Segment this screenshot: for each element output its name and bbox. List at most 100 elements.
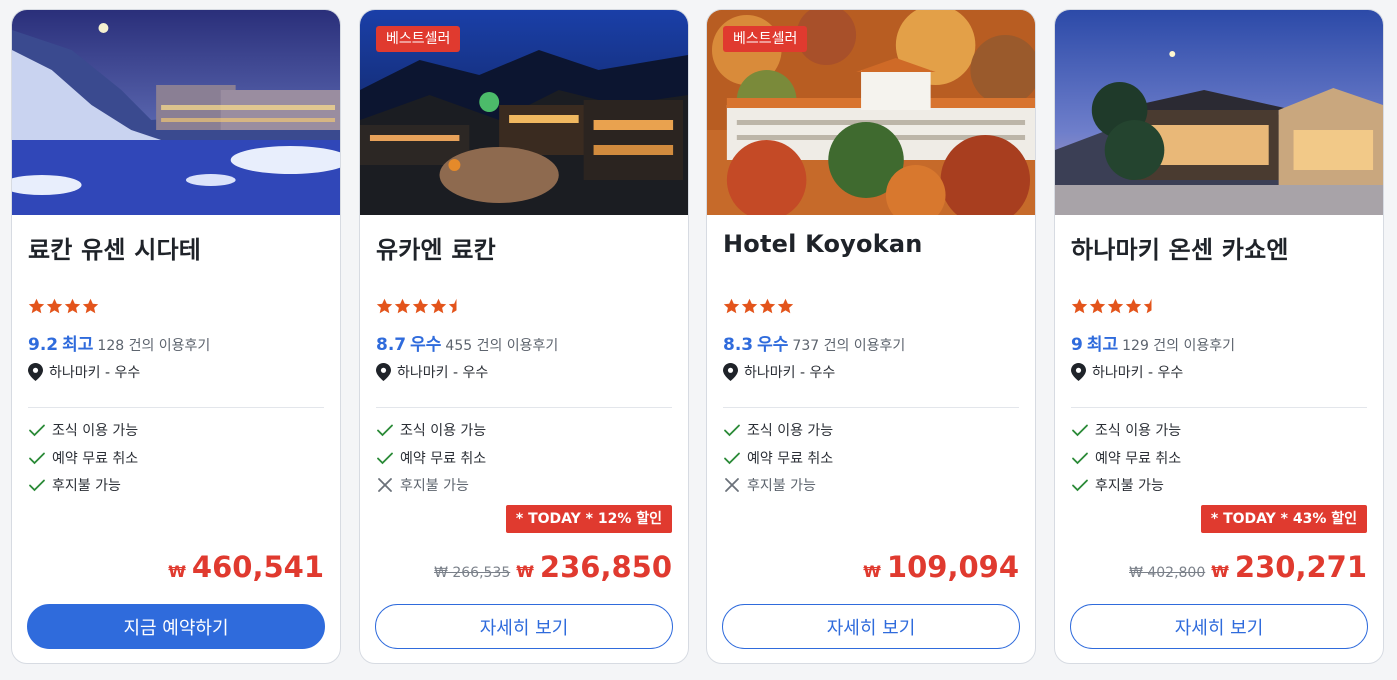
star-icon: [1107, 298, 1124, 314]
location-label: 하나마키 - 우수: [744, 365, 836, 381]
star-icon: [1125, 298, 1142, 314]
location: 하나마키 - 우수: [723, 362, 835, 382]
divider: [723, 407, 1019, 408]
hotel-name[interactable]: Hotel Koyokan: [723, 230, 923, 258]
star-rating: [28, 298, 99, 318]
divider: [1071, 407, 1367, 408]
close-icon: [725, 478, 739, 492]
star-rating: [723, 298, 794, 318]
check-icon: [1072, 424, 1088, 437]
feature-label: 후지불 가능: [747, 478, 816, 494]
check-icon: [377, 424, 393, 437]
feature-label: 예약 무료 취소: [1095, 451, 1182, 467]
discount-badge: * TODAY * 12% 할인: [505, 505, 672, 533]
original-price: ₩ 266,535: [434, 565, 511, 581]
hotel-photo[interactable]: 베스트셀러: [707, 10, 1035, 215]
review-count[interactable]: 129 건의 이용후기: [1122, 338, 1235, 354]
map-pin-icon: [376, 363, 391, 381]
feature-item: 조식 이용 가능: [1071, 420, 1181, 440]
feature-item: 예약 무료 취소: [723, 448, 833, 468]
feature-label: 조식 이용 가능: [52, 423, 139, 439]
feature-label: 예약 무료 취소: [400, 451, 487, 467]
view-details-button[interactable]: 자세히 보기: [1070, 604, 1368, 649]
book-now-button[interactable]: 지금 예약하기: [27, 604, 325, 649]
bestseller-badge: 베스트셀러: [376, 26, 461, 52]
feature-label: 조식 이용 가능: [747, 423, 834, 439]
price-value: 230,271: [1234, 550, 1367, 584]
location: 하나마키 - 우수: [1071, 362, 1183, 382]
star-icon: [28, 298, 45, 314]
location: 하나마키 - 우수: [28, 362, 140, 382]
feature-label: 예약 무료 취소: [52, 451, 139, 467]
review-count[interactable]: 455 건의 이용후기: [445, 338, 558, 354]
review-score: 8.7 우수 455 건의 이용후기: [376, 330, 558, 355]
feature-item: 예약 무료 취소: [376, 448, 486, 468]
price: ₩ 402,800 ₩230,271: [1129, 550, 1367, 584]
feature-label: 조식 이용 가능: [1095, 423, 1182, 439]
price-value: 460,541: [191, 550, 324, 584]
hotel-card[interactable]: 하나마키 온센 카쇼엔 9 최고 129 건의 이용후기 하나마키 - 우수 조식 …: [1054, 9, 1384, 664]
view-details-button[interactable]: 자세히 보기: [375, 604, 673, 649]
review-count[interactable]: 737 건의 이용후기: [792, 338, 905, 354]
star-icon: [723, 298, 740, 314]
star-icon: [64, 298, 81, 314]
star-icon: [394, 298, 411, 314]
star-icon: [82, 298, 99, 314]
divider: [376, 407, 672, 408]
score-value: 9: [1071, 335, 1083, 355]
score-word: 우수: [757, 335, 789, 355]
score-value: 8.7: [376, 335, 407, 355]
hotel-card[interactable]: 베스트셀러 Hotel Koyokan 8.3 우수 737 건의 이용후기 하나마…: [706, 9, 1036, 664]
feature-item: 예약 무료 취소: [28, 448, 138, 468]
currency-symbol: ₩: [1211, 562, 1229, 581]
review-score: 9.2 최고 128 건의 이용후기: [28, 330, 210, 355]
score-word: 최고: [1086, 335, 1119, 355]
discount-badge: * TODAY * 43% 할인: [1200, 505, 1367, 533]
feature-item: 후지불 가능: [376, 475, 469, 495]
score-word: 우수: [410, 335, 442, 355]
view-details-button[interactable]: 자세히 보기: [722, 604, 1020, 649]
hotel-card[interactable]: 료칸 유센 시다테 9.2 최고 128 건의 이용후기 하나마키 - 우수 조식 …: [11, 9, 341, 664]
hotel-name[interactable]: 료칸 유센 시다테: [28, 230, 201, 265]
review-count[interactable]: 128 건의 이용후기: [97, 338, 210, 354]
price: ₩ 266,535 ₩236,850: [434, 550, 672, 584]
hotel-photo[interactable]: 베스트셀러: [360, 10, 688, 215]
original-price: ₩ 402,800: [1129, 565, 1206, 581]
star-icon: [46, 298, 63, 314]
price: ₩460,541: [168, 550, 324, 584]
star-rating: [376, 298, 465, 318]
star-icon: [777, 298, 794, 314]
check-icon: [724, 424, 740, 437]
check-icon: [1072, 479, 1088, 492]
review-score: 8.3 우수 737 건의 이용후기: [723, 330, 905, 355]
star-icon: [430, 298, 447, 314]
feature-item: 조식 이용 가능: [376, 420, 486, 440]
map-pin-icon: [1071, 363, 1086, 381]
star-icon: [376, 298, 393, 314]
map-pin-icon: [723, 363, 738, 381]
feature-item: 후지불 가능: [1071, 475, 1164, 495]
hotel-name[interactable]: 하나마키 온센 카쇼엔: [1071, 230, 1289, 265]
half-star-icon: [1143, 298, 1152, 314]
check-icon: [377, 452, 393, 465]
currency-symbol: ₩: [516, 562, 534, 581]
bestseller-badge: 베스트셀러: [723, 26, 808, 52]
review-score: 9 최고 129 건의 이용후기: [1071, 330, 1235, 355]
score-word: 최고: [62, 335, 94, 355]
feature-item: 조식 이용 가능: [723, 420, 833, 440]
check-icon: [29, 452, 45, 465]
hotel-card-list: 료칸 유센 시다테 9.2 최고 128 건의 이용후기 하나마키 - 우수 조식 …: [0, 0, 1397, 680]
feature-label: 예약 무료 취소: [747, 451, 834, 467]
half-star-icon: [448, 298, 457, 314]
hotel-photo[interactable]: [12, 10, 340, 215]
feature-label: 후지불 가능: [400, 478, 469, 494]
check-icon: [29, 479, 45, 492]
hotel-name[interactable]: 유카엔 료칸: [376, 230, 496, 265]
divider: [28, 407, 324, 408]
currency-symbol: ₩: [863, 562, 881, 581]
feature-item: 예약 무료 취소: [1071, 448, 1181, 468]
hotel-card[interactable]: 베스트셀러 유카엔 료칸 8.7 우수 455 건의 이용후기 하나마키 - 우수 …: [359, 9, 689, 664]
map-pin-icon: [28, 363, 43, 381]
hotel-photo[interactable]: [1055, 10, 1383, 215]
price-value: 236,850: [539, 550, 672, 584]
